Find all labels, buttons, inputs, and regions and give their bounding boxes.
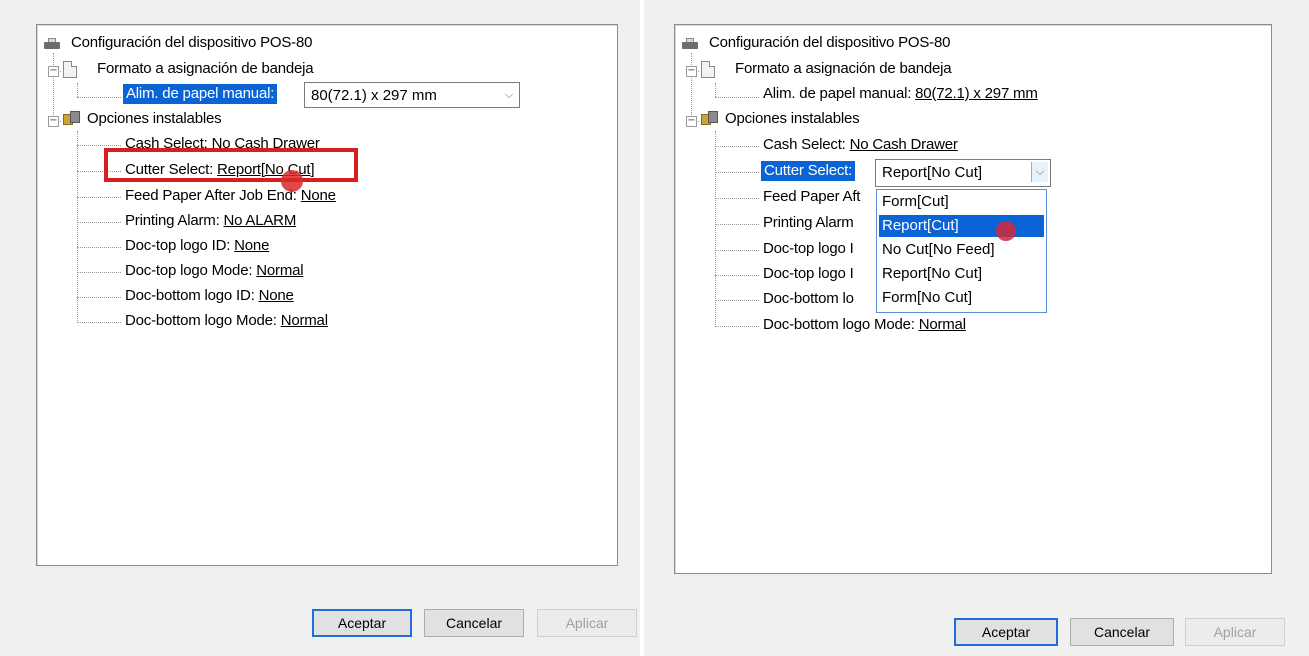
- ok-button[interactable]: Aceptar: [954, 618, 1058, 646]
- tree-line: [715, 275, 759, 276]
- tree-line: [77, 272, 121, 273]
- tree-line: [715, 300, 759, 301]
- tree-root-label[interactable]: Configuración del dispositivo POS-80: [709, 33, 950, 53]
- tree-line: [77, 322, 121, 323]
- options-label[interactable]: Opciones instalables: [87, 109, 222, 129]
- option-cash-select[interactable]: Cash Select: No Cash Drawer: [763, 135, 958, 155]
- tray-label[interactable]: Formato a asignación de bandeja: [97, 59, 314, 79]
- paper-feed-value: 80(72.1) x 297 mm: [311, 87, 437, 104]
- dropdown-option[interactable]: No Cut[No Feed]: [879, 239, 1044, 261]
- document-icon: [63, 61, 77, 78]
- settings-tree[interactable]: Configuración del dispositivo POS-80 − F…: [36, 24, 618, 566]
- option-feed-paper[interactable]: Feed Paper After Job End: None: [125, 186, 336, 206]
- cutter-select-dropdown[interactable]: Form[Cut] Report[Cut] No Cut[No Feed] Re…: [876, 189, 1047, 313]
- paper-feed-label[interactable]: Alim. de papel manual:: [123, 84, 278, 104]
- option-bottom-logo-id[interactable]: Doc-bottom lo: [763, 289, 854, 309]
- tree-line: [77, 131, 78, 323]
- chevron-down-icon[interactable]: ⌵: [501, 85, 517, 105]
- dropdown-option[interactable]: Report[No Cut]: [879, 263, 1044, 285]
- expand-icon[interactable]: −: [686, 116, 697, 127]
- option-bottom-logo-mode[interactable]: Doc-bottom logo Mode: Normal: [125, 311, 328, 331]
- option-bottom-logo-id[interactable]: Doc-bottom logo ID: None: [125, 286, 294, 306]
- expand-icon[interactable]: −: [48, 116, 59, 127]
- tree-line: [77, 297, 121, 298]
- tree-line: [77, 247, 121, 248]
- apply-button[interactable]: Aplicar: [1185, 618, 1285, 646]
- options-icon: [701, 111, 719, 127]
- tree-line: [715, 97, 759, 98]
- tree-line: [715, 146, 759, 147]
- cutter-select-highlight: [104, 148, 358, 182]
- tree-line: [77, 222, 121, 223]
- printer-icon: [43, 38, 61, 50]
- expand-icon[interactable]: −: [686, 66, 697, 77]
- option-feed-paper[interactable]: Feed Paper Aft: [763, 187, 860, 207]
- option-top-logo-mode[interactable]: Doc-top logo I: [763, 264, 854, 284]
- option-cutter-select-label[interactable]: Cutter Select:: [761, 161, 856, 181]
- tree-line: [715, 198, 759, 199]
- apply-button[interactable]: Aplicar: [537, 609, 637, 637]
- options-label[interactable]: Opciones instalables: [725, 109, 860, 129]
- options-icon: [63, 111, 81, 127]
- tree-line: [715, 131, 716, 327]
- dialog-right: Configuración del dispositivo POS-80 − F…: [644, 0, 1309, 656]
- option-printing-alarm[interactable]: Printing Alarm: [763, 213, 854, 233]
- printer-icon: [681, 38, 699, 50]
- tree-line: [715, 83, 716, 97]
- tree-line: [715, 250, 759, 251]
- expand-icon[interactable]: −: [48, 66, 59, 77]
- tree-line: [691, 53, 692, 121]
- ok-button[interactable]: Aceptar: [312, 609, 412, 637]
- option-top-logo-mode[interactable]: Doc-top logo Mode: Normal: [125, 261, 304, 281]
- tree-line: [53, 53, 54, 121]
- tree-line: [77, 97, 121, 98]
- cursor-indicator: [996, 221, 1016, 241]
- tray-label[interactable]: Formato a asignación de bandeja: [735, 59, 952, 79]
- tree-line: [77, 197, 121, 198]
- dropdown-option-highlighted[interactable]: Report[Cut]: [879, 215, 1044, 237]
- tree-line: [77, 83, 78, 97]
- option-top-logo-id[interactable]: Doc-top logo ID: None: [125, 236, 269, 256]
- tree-line: [715, 172, 759, 173]
- option-bottom-logo-mode[interactable]: Doc-bottom logo Mode: Normal: [763, 315, 966, 335]
- tree-line: [77, 145, 121, 146]
- cursor-indicator: [281, 170, 303, 192]
- tree-line: [715, 224, 759, 225]
- dropdown-option[interactable]: Form[Cut]: [879, 191, 1044, 213]
- cancel-button[interactable]: Cancelar: [424, 609, 524, 637]
- cutter-select-combo[interactable]: Report[No Cut] ⌵: [875, 159, 1051, 187]
- paper-feed-select[interactable]: 80(72.1) x 297 mm ⌵: [304, 82, 520, 108]
- cancel-button[interactable]: Cancelar: [1070, 618, 1174, 646]
- document-icon: [701, 61, 715, 78]
- chevron-down-icon[interactable]: ⌵: [1031, 162, 1048, 182]
- dialog-left: Configuración del dispositivo POS-80 − F…: [0, 0, 640, 656]
- tree-root-label[interactable]: Configuración del dispositivo POS-80: [71, 33, 312, 53]
- option-printing-alarm[interactable]: Printing Alarm: No ALARM: [125, 211, 296, 231]
- dropdown-option[interactable]: Form[No Cut]: [879, 287, 1044, 309]
- paper-feed-row[interactable]: Alim. de papel manual: 80(72.1) x 297 mm: [763, 84, 1038, 104]
- cutter-select-value: Report[No Cut]: [882, 164, 983, 181]
- tree-line: [715, 326, 759, 327]
- option-top-logo-id[interactable]: Doc-top logo I: [763, 239, 854, 259]
